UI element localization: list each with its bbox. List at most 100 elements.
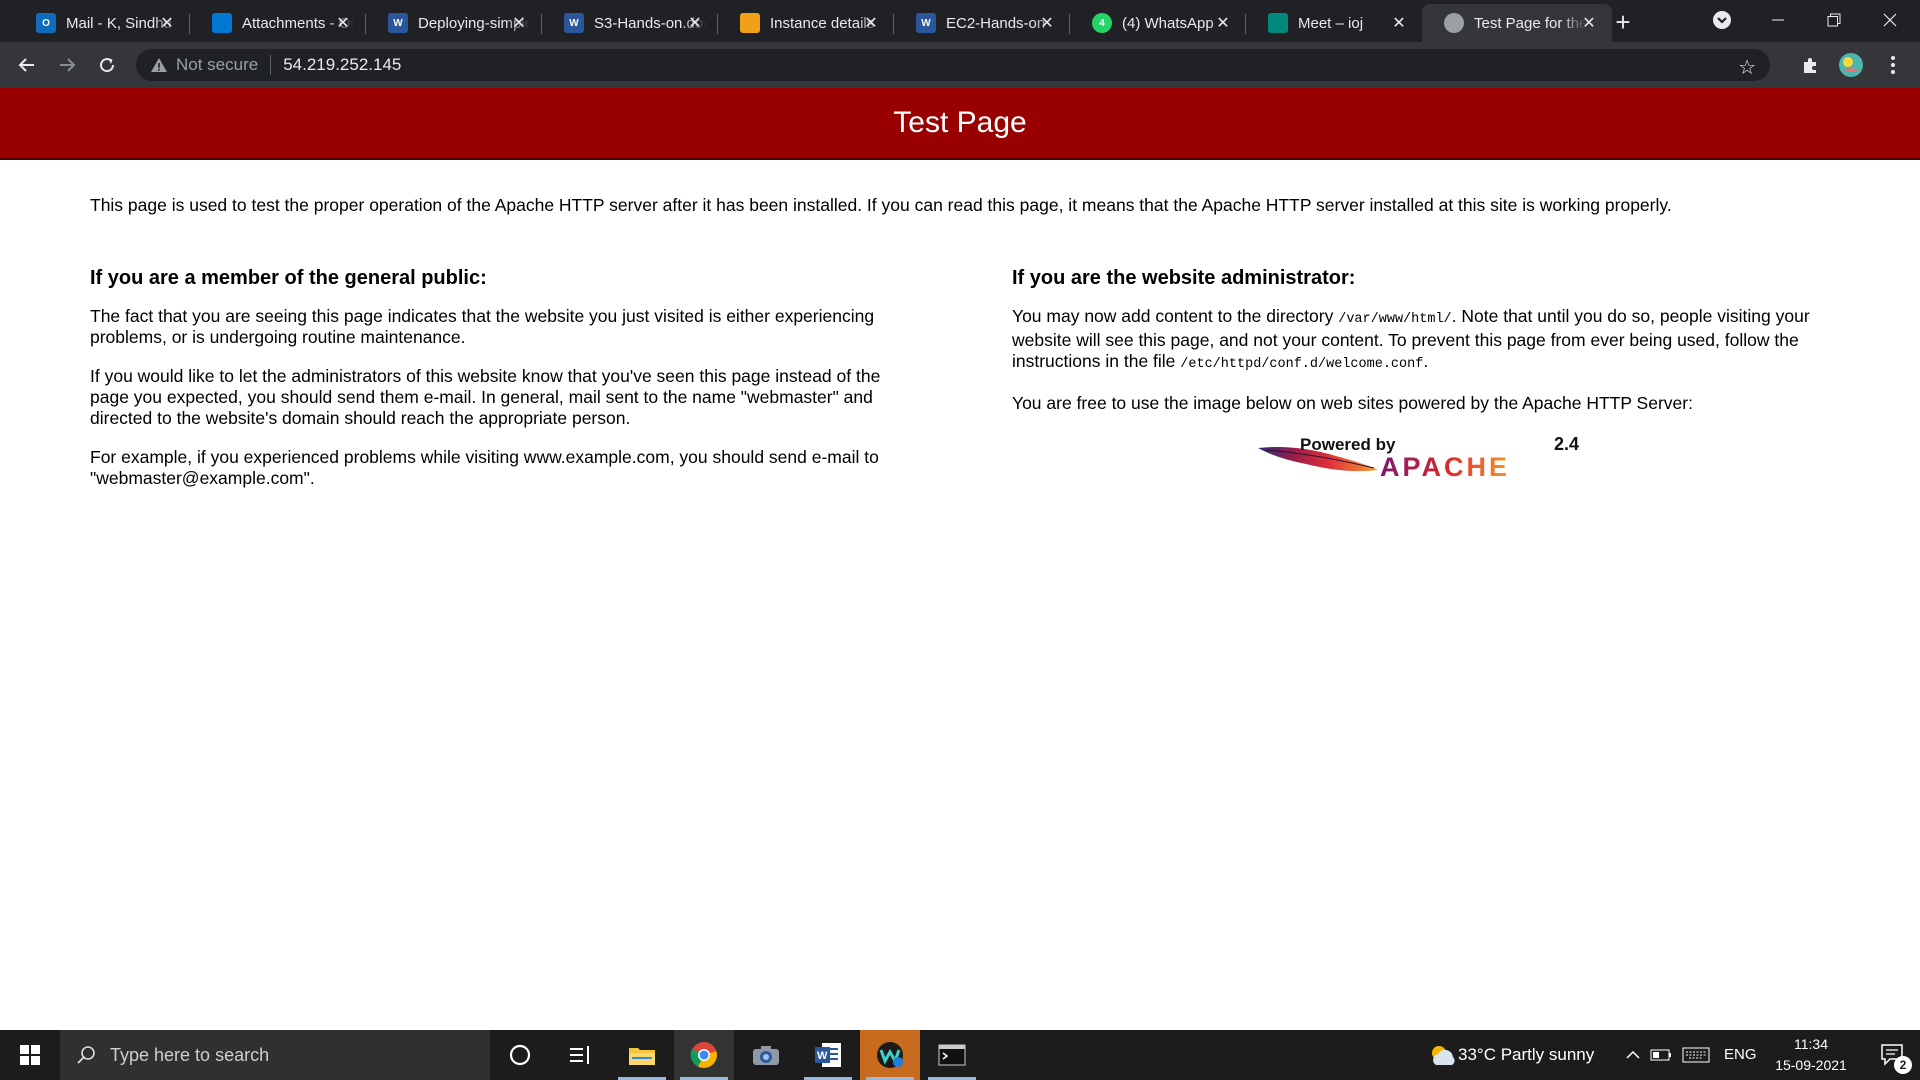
close-tab-icon[interactable]: ✕ bbox=[158, 14, 176, 32]
browser-toolbar: Not secure 54.219.252.145 ☆ bbox=[0, 42, 1920, 88]
intro-paragraph: This page is used to test the proper ope… bbox=[90, 195, 1672, 215]
admin-paragraph-2: You are free to use the image below on w… bbox=[1012, 393, 1693, 413]
reload-button[interactable] bbox=[92, 50, 122, 80]
taskbar-chrome[interactable] bbox=[674, 1030, 734, 1080]
browser-tab[interactable]: 4 (4) WhatsApp ✕ bbox=[1070, 4, 1246, 42]
apache-version-text: 2.4 bbox=[1554, 434, 1579, 454]
close-tab-icon[interactable]: ✕ bbox=[862, 14, 880, 32]
profile-avatar-button[interactable] bbox=[1836, 50, 1866, 80]
browser-menu-button[interactable] bbox=[1878, 50, 1908, 80]
browser-tab[interactable]: Attachments - OneDrive✕ bbox=[190, 4, 366, 42]
task-view-button[interactable] bbox=[550, 1030, 610, 1080]
admin-paragraph-1: You may now add content to the directory… bbox=[1012, 306, 1848, 375]
apache-name-text: APACHE bbox=[1380, 452, 1510, 480]
taskbar-word[interactable]: W bbox=[798, 1030, 858, 1080]
word-icon: W bbox=[564, 13, 584, 33]
taskbar-file-explorer[interactable] bbox=[612, 1030, 672, 1080]
close-tab-icon[interactable]: ✕ bbox=[334, 14, 352, 32]
browser-tab[interactable]: Meet – ioj ✕ bbox=[1246, 4, 1422, 42]
camera-icon bbox=[753, 1046, 779, 1065]
taskbar-webex[interactable] bbox=[860, 1030, 920, 1080]
browser-tab-strip: OMail - K, Sindhu✕Attachments - OneDrive… bbox=[0, 0, 1920, 42]
browser-tab[interactable]: W Deploying-simple ✕ bbox=[366, 4, 542, 42]
close-tab-icon[interactable]: ✕ bbox=[1038, 14, 1056, 32]
taskbar-terminal[interactable] bbox=[922, 1030, 982, 1080]
windows-logo-icon bbox=[20, 1045, 40, 1065]
input-language[interactable]: ENG bbox=[1724, 1046, 1757, 1063]
webex-icon bbox=[877, 1042, 903, 1068]
clock-date: 15-09-2021 bbox=[1775, 1057, 1847, 1073]
close-tab-icon[interactable]: ✕ bbox=[510, 14, 528, 32]
clock[interactable]: 11:34 15-09-2021 bbox=[1766, 1034, 1856, 1076]
security-status[interactable]: Not secure bbox=[176, 55, 258, 75]
close-tab-icon[interactable]: ✕ bbox=[1580, 14, 1598, 32]
aws-box-icon bbox=[740, 13, 760, 33]
admin-text-a: You may now add content to the directory bbox=[1012, 306, 1339, 326]
taskbar-search-box[interactable]: Type here to search bbox=[60, 1030, 490, 1080]
admin-section: If you are the website administrator: Yo… bbox=[1012, 266, 1848, 432]
bookmark-star-icon[interactable]: ☆ bbox=[1738, 55, 1756, 80]
cortana-button[interactable] bbox=[490, 1030, 550, 1080]
notifications-button[interactable]: 2 bbox=[1866, 1030, 1920, 1080]
admin-text-c: . bbox=[1423, 351, 1429, 371]
restore-icon bbox=[1827, 13, 1841, 27]
battery-button[interactable] bbox=[1646, 1030, 1676, 1080]
show-hidden-icons-button[interactable] bbox=[1618, 1030, 1648, 1080]
onedrive-icon bbox=[212, 13, 232, 33]
back-button[interactable] bbox=[12, 50, 42, 80]
new-tab-button[interactable]: + bbox=[1608, 7, 1638, 37]
restore-button[interactable] bbox=[1810, 0, 1858, 40]
public-heading: If you are a member of the general publi… bbox=[90, 267, 487, 289]
close-tab-icon[interactable]: ✕ bbox=[1214, 14, 1232, 32]
arrow-left-icon bbox=[18, 58, 34, 72]
public-section: If you are a member of the general publi… bbox=[90, 266, 920, 507]
browser-tab[interactable]: O Mail - K, Sindhu ✕ bbox=[14, 4, 190, 42]
folder-icon bbox=[629, 1048, 655, 1065]
public-paragraph-3: For example, if you experienced problems… bbox=[90, 447, 879, 488]
arrow-right-icon bbox=[60, 58, 76, 72]
tab-title: Test Page for the Apache bbox=[1474, 14, 1586, 32]
keyboard-button[interactable] bbox=[1678, 1030, 1714, 1080]
start-button[interactable] bbox=[0, 1030, 60, 1080]
weather-text[interactable]: 33°C Partly sunny bbox=[1458, 1045, 1594, 1065]
taskbar-camera[interactable] bbox=[736, 1030, 796, 1080]
page-title: Test Page bbox=[893, 106, 1027, 139]
url-text[interactable]: 54.219.252.145 bbox=[283, 55, 401, 75]
more-vert-icon bbox=[1891, 56, 1895, 74]
svg-text:W: W bbox=[817, 1050, 828, 1062]
address-bar[interactable]: Not secure 54.219.252.145 ☆ bbox=[136, 49, 1770, 81]
close-icon bbox=[1883, 13, 1897, 27]
browser-tab[interactable]: Instance details ✕ bbox=[718, 4, 894, 42]
close-tab-icon[interactable]: ✕ bbox=[686, 14, 704, 32]
config-file-path: /etc/httpd/conf.d/welcome.conf bbox=[1180, 357, 1424, 372]
browser-tab[interactable]: Test Page for the Apache✕ bbox=[1422, 4, 1612, 42]
notification-count: 2 bbox=[1894, 1056, 1912, 1074]
chrome-icon bbox=[690, 1042, 717, 1068]
directory-path: /var/www/html/ bbox=[1338, 312, 1452, 327]
partly-sunny-icon bbox=[1432, 1046, 1455, 1065]
avatar-icon bbox=[1839, 53, 1863, 77]
admin-heading: If you are the website administrator: bbox=[1012, 267, 1356, 289]
address-divider bbox=[270, 55, 272, 75]
outlook-icon: O bbox=[36, 13, 56, 33]
windows-taskbar: Type here to search W 33°C Partly sunny … bbox=[0, 1030, 1920, 1080]
minimize-icon bbox=[1772, 19, 1784, 21]
battery-icon bbox=[1650, 1049, 1671, 1061]
close-window-button[interactable] bbox=[1866, 0, 1914, 40]
minimize-button[interactable] bbox=[1754, 0, 1802, 40]
close-tab-icon[interactable]: ✕ bbox=[1390, 14, 1408, 32]
browser-tab[interactable]: W S3-Hands-on.docx ✕ bbox=[542, 4, 718, 42]
clock-time: 11:34 bbox=[1794, 1036, 1828, 1052]
task-view-icon bbox=[570, 1046, 589, 1064]
web-page: Test Page This page is used to test the … bbox=[0, 88, 1920, 1030]
browser-tab[interactable]: W EC2-Hands-on ✕ bbox=[894, 4, 1070, 42]
extensions-button[interactable] bbox=[1796, 50, 1826, 80]
puzzle-icon bbox=[1804, 58, 1816, 73]
tab-search-button[interactable] bbox=[1698, 0, 1746, 40]
public-paragraph-1: The fact that you are seeing this page i… bbox=[90, 306, 875, 347]
search-placeholder: Type here to search bbox=[110, 1044, 270, 1065]
word-icon: W bbox=[815, 1043, 841, 1067]
word-icon: W bbox=[388, 13, 408, 33]
forward-button[interactable] bbox=[52, 50, 82, 80]
meet-icon bbox=[1268, 13, 1288, 33]
